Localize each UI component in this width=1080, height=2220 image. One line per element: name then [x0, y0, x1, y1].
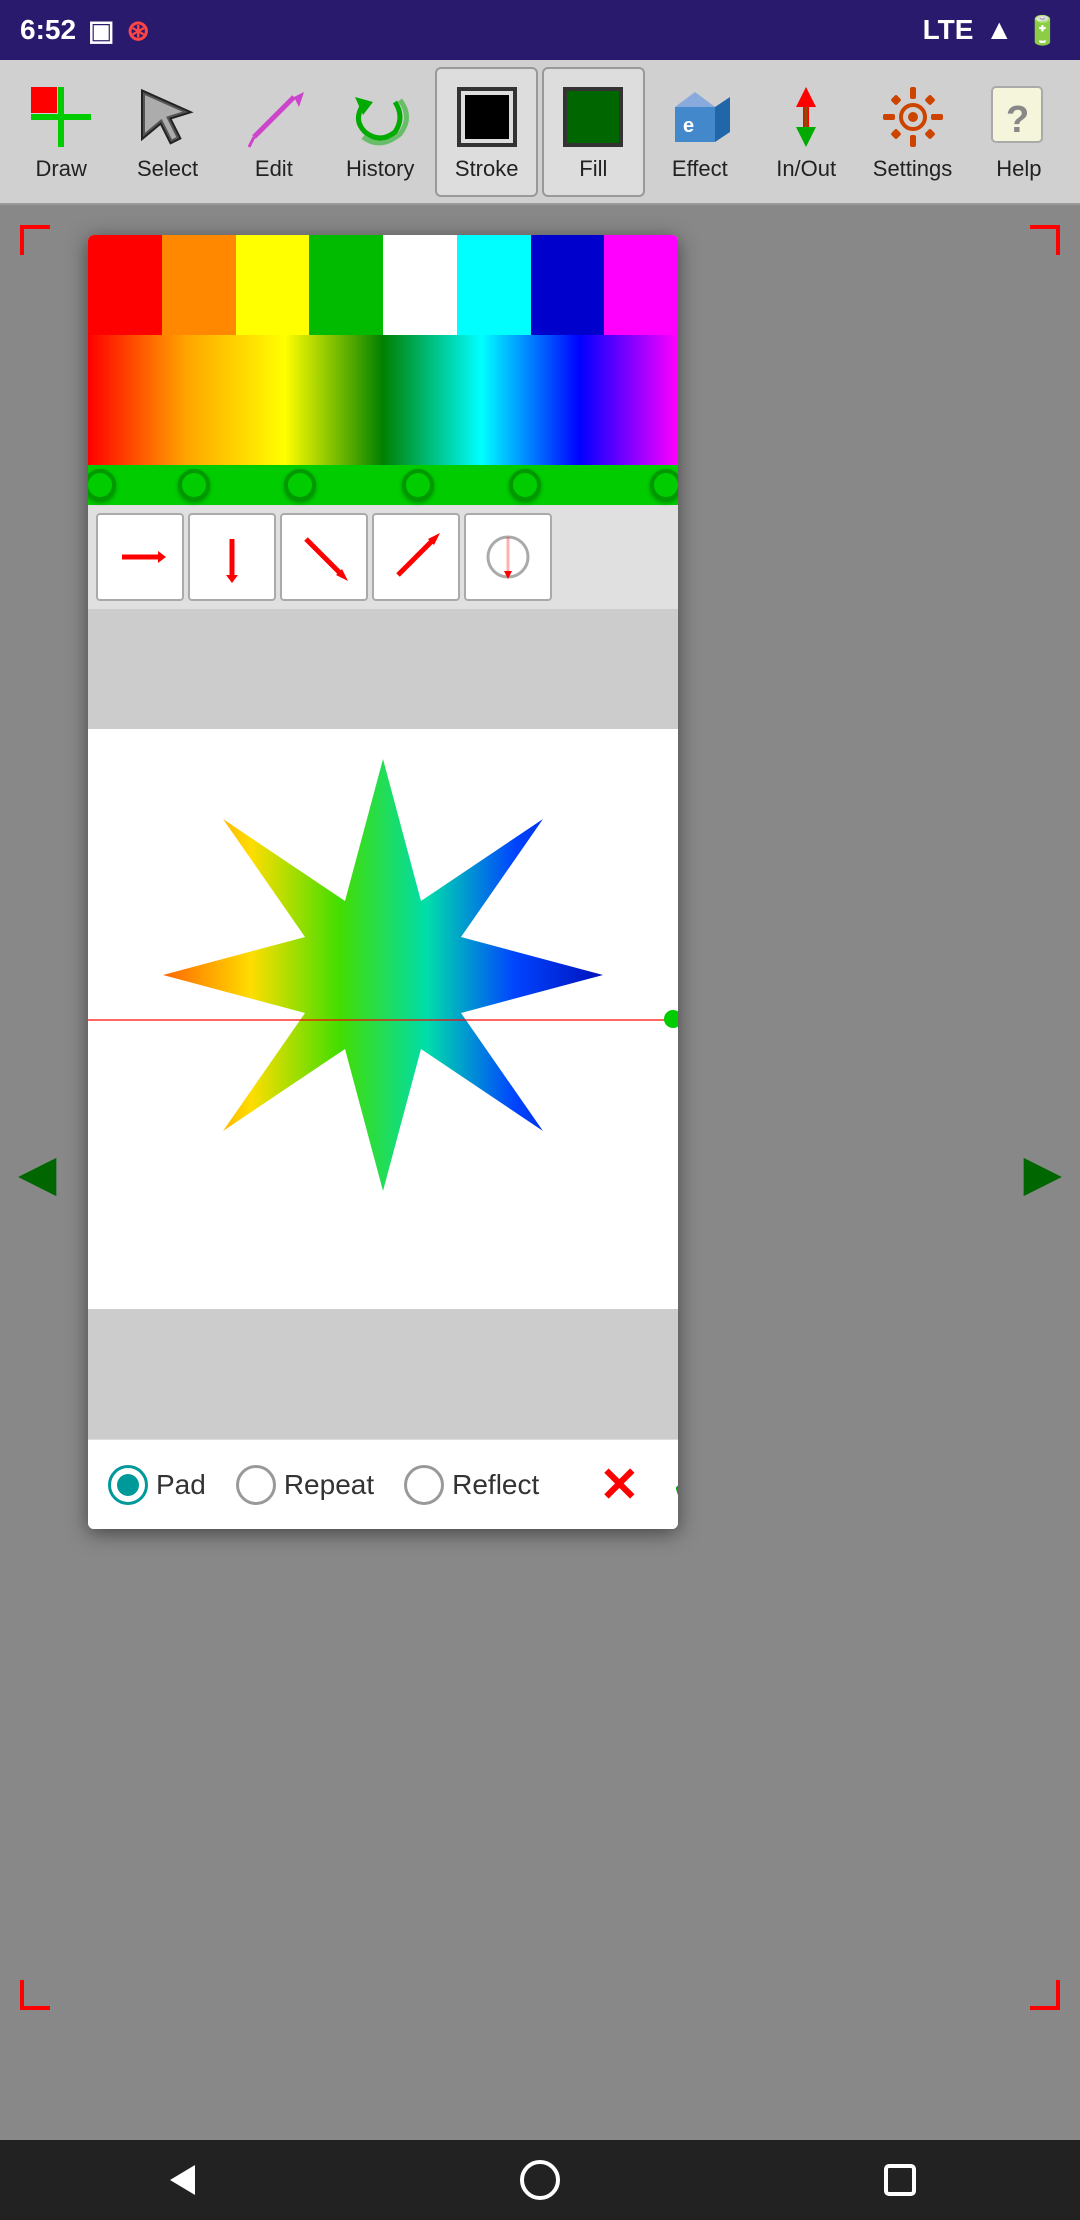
sel-arrow-left: ◀	[18, 1144, 56, 1202]
swatch-white[interactable]	[383, 235, 457, 335]
swatch-orange[interactable]	[162, 235, 236, 335]
select-label: Select	[137, 156, 198, 182]
toolbar-edit[interactable]: Edit	[223, 67, 325, 197]
toolbar-draw[interactable]: Draw	[10, 67, 112, 197]
preview-bottom-padding	[88, 1309, 678, 1439]
toolbar-fill[interactable]: Fill	[542, 67, 645, 197]
pad-label: Pad	[156, 1469, 206, 1501]
draw-icon	[26, 82, 96, 152]
toolbar-history[interactable]: History	[329, 67, 431, 197]
time-display: 6:52	[20, 14, 76, 46]
repeat-radio[interactable]	[236, 1465, 276, 1505]
sel-handle-tr	[1030, 225, 1060, 255]
dir-horizontal[interactable]	[96, 513, 184, 601]
signal-icon: ▲	[985, 14, 1013, 46]
dir-radial[interactable]	[464, 513, 552, 601]
sel-handle-br	[1030, 1980, 1060, 2010]
effect-label: Effect	[672, 156, 728, 182]
cancel-button[interactable]: ✕	[599, 1457, 639, 1513]
reflect-radio[interactable]	[404, 1465, 444, 1505]
gradient-spectrum[interactable]	[88, 335, 678, 465]
nav-home[interactable]	[500, 2150, 580, 2210]
edit-icon	[239, 82, 309, 152]
confirm-button[interactable]: ✓	[670, 1457, 679, 1513]
help-label: Help	[996, 156, 1041, 182]
history-icon	[345, 82, 415, 152]
sel-handle-bl	[20, 1980, 50, 2010]
gradient-slider-track[interactable]	[88, 465, 678, 505]
canvas-area: ◀ ▶	[0, 205, 1080, 2140]
toolbar: Draw Select Edit	[0, 60, 1080, 205]
nav-recent[interactable]	[860, 2150, 940, 2210]
pad-radio-group[interactable]: Pad	[108, 1465, 206, 1505]
fill-icon	[558, 82, 628, 152]
toolbar-effect[interactable]: e Effect	[649, 67, 751, 197]
status-bar: 6:52 ▣ ⊛ LTE ▲ 🔋	[0, 0, 1080, 60]
swatch-blue[interactable]	[531, 235, 605, 335]
nav-bar	[0, 2140, 1080, 2220]
recording-icon: ⊛	[127, 14, 150, 47]
gradient-endpoint[interactable]	[664, 1010, 678, 1028]
gradient-dialog: Pad Repeat Reflect ✕ ✓	[88, 235, 678, 1529]
footer-controls: Pad Repeat Reflect ✕ ✓	[88, 1439, 678, 1529]
inout-icon	[771, 82, 841, 152]
draw-label: Draw	[36, 156, 87, 182]
color-swatches-row	[88, 235, 678, 335]
swatch-cyan[interactable]	[457, 235, 531, 335]
slider-knob-2[interactable]	[284, 469, 316, 501]
direction-buttons	[88, 505, 678, 609]
history-label: History	[346, 156, 414, 182]
sel-handle-tl	[20, 225, 50, 255]
swatch-yellow[interactable]	[236, 235, 310, 335]
effect-icon: e	[665, 82, 735, 152]
sim-icon: ▣	[88, 14, 114, 47]
swatch-magenta[interactable]	[604, 235, 678, 335]
select-icon	[133, 82, 203, 152]
battery-icon: 🔋	[1025, 14, 1060, 47]
reflect-label: Reflect	[452, 1469, 539, 1501]
help-icon: ?	[984, 82, 1054, 152]
swatch-green[interactable]	[309, 235, 383, 335]
reflect-radio-group[interactable]: Reflect	[404, 1465, 539, 1505]
svg-text:?: ?	[1006, 99, 1029, 141]
toolbar-help[interactable]: ? Help	[968, 67, 1070, 197]
repeat-radio-group[interactable]: Repeat	[236, 1465, 374, 1505]
stroke-icon	[452, 82, 522, 152]
stroke-label: Stroke	[455, 156, 519, 182]
inout-label: In/Out	[776, 156, 836, 182]
slider-knob-4[interactable]	[509, 469, 541, 501]
swatch-red[interactable]	[88, 235, 162, 335]
gradient-line	[88, 1019, 678, 1021]
pad-radio[interactable]	[108, 1465, 148, 1505]
dir-vertical[interactable]	[188, 513, 276, 601]
sel-arrow-right: ▶	[1024, 1144, 1062, 1202]
star-preview	[88, 729, 678, 1309]
toolbar-inout[interactable]: In/Out	[755, 67, 857, 197]
edit-label: Edit	[255, 156, 293, 182]
toolbar-stroke[interactable]: Stroke	[435, 67, 538, 197]
dir-diagonal-down[interactable]	[280, 513, 368, 601]
slider-knob-1[interactable]	[178, 469, 210, 501]
dir-diagonal-up[interactable]	[372, 513, 460, 601]
preview-top-padding	[88, 609, 678, 729]
slider-knob-5[interactable]	[650, 469, 678, 501]
svg-text:e: e	[683, 115, 694, 137]
slider-knob-0[interactable]	[88, 469, 116, 501]
slider-knob-3[interactable]	[402, 469, 434, 501]
nav-back[interactable]	[140, 2150, 220, 2210]
fill-label: Fill	[579, 156, 607, 182]
toolbar-select[interactable]: Select	[116, 67, 218, 197]
repeat-label: Repeat	[284, 1469, 374, 1501]
lte-label: LTE	[923, 14, 974, 46]
toolbar-settings[interactable]: Settings	[861, 67, 963, 197]
settings-icon	[878, 82, 948, 152]
settings-label: Settings	[873, 156, 953, 182]
